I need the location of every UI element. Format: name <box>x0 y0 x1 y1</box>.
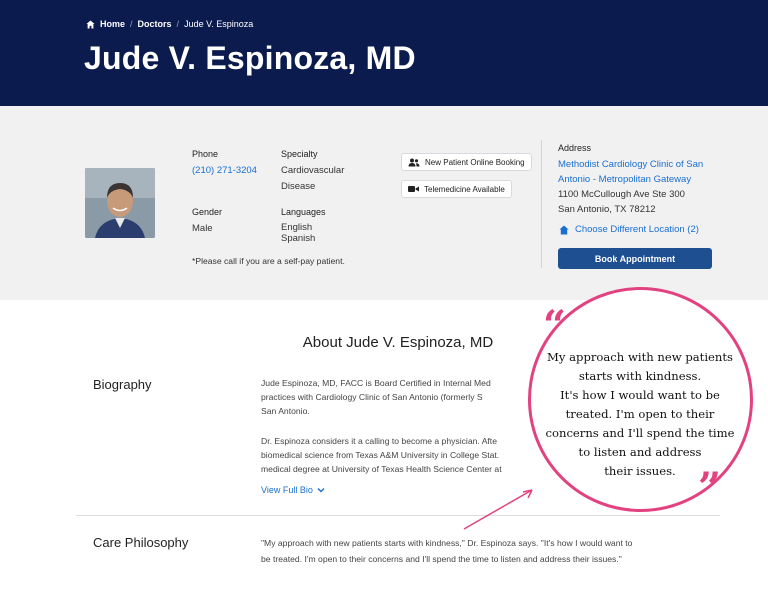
home-icon[interactable] <box>86 19 95 29</box>
quote-line: concerns and I'll spend the time <box>545 426 735 440</box>
breadcrumb-separator: / <box>130 19 133 29</box>
choose-location-link[interactable]: Choose Different Location (2) <box>559 224 699 235</box>
specialty-value-line1: Cardiovascular <box>281 165 345 176</box>
care-line: be treated. I'm open to their concerns a… <box>261 554 622 564</box>
bio-line: biomedical science from Texas A&M Univer… <box>261 450 500 460</box>
divider <box>541 140 542 268</box>
clinic-link-line1[interactable]: Methodist Cardiology Clinic of San <box>558 158 703 171</box>
about-title-text: About Jude V. Espinoza, MD <box>302 334 494 351</box>
view-full-bio-link[interactable]: View Full Bio <box>261 485 325 495</box>
gender-value: Male <box>192 223 213 234</box>
quote-line: It's how I would want to be <box>560 388 720 402</box>
section-divider <box>76 515 720 516</box>
specialty-value-line2: Disease <box>281 181 316 192</box>
breadcrumb-doctors-link[interactable]: Doctors <box>138 19 172 29</box>
care-philosophy-text: "My approach with new patients starts wi… <box>261 535 701 567</box>
quote-text: My approach with new patients starts wit… <box>540 348 740 481</box>
self-pay-note: *Please call if you are a self-pay patie… <box>192 256 345 266</box>
bio-line: practices with Cardiology Clinic of San … <box>261 392 483 402</box>
phone-label: Phone <box>192 149 219 159</box>
open-quote-icon: “ <box>543 302 567 349</box>
gender-label: Gender <box>192 207 223 217</box>
care-philosophy-heading: Care Philosophy <box>93 535 189 550</box>
page-header: Home / Doctors / Jude V. Espinoza Jude V… <box>0 0 768 106</box>
book-appointment-button[interactable]: Book Appointment <box>558 248 712 269</box>
address-street: 1100 McCullough Ave Ste 300 <box>558 189 685 200</box>
view-full-bio-label: View Full Bio <box>261 485 313 495</box>
building-icon <box>559 225 569 234</box>
telemedicine-badge: Telemedicine Available <box>401 180 512 198</box>
address-city: San Antonio, TX 78212 <box>558 204 656 215</box>
video-camera-icon <box>408 186 419 192</box>
online-booking-label: New Patient Online Booking <box>425 157 525 167</box>
breadcrumb-separator: / <box>176 19 180 29</box>
quote-line: to listen and address <box>578 445 702 459</box>
quote-line: My approach with new patients <box>547 350 733 364</box>
specialty-label: Specialty <box>281 149 318 159</box>
doctor-photo <box>85 168 155 238</box>
care-line: "My approach with new patients starts wi… <box>261 538 633 548</box>
languages-label: Languages <box>281 207 326 217</box>
address-label: Address <box>558 143 592 153</box>
page-title: Jude V. Espinoza, MD <box>84 40 416 76</box>
clinic-link-line2[interactable]: Antonio - Metropolitan Gateway <box>558 173 691 186</box>
biography-heading: Biography <box>93 377 152 392</box>
quote-line: starts with kindness. <box>578 369 702 383</box>
phone-link[interactable]: (210) 271-3204 <box>192 164 257 177</box>
chevron-down-icon <box>317 488 325 493</box>
users-icon <box>408 158 420 166</box>
breadcrumb-home-link[interactable]: Home <box>100 19 125 29</box>
quote-line: their issues. <box>604 464 676 478</box>
bio-line: medical degree at University of Texas He… <box>261 464 502 474</box>
bio-line: San Antonio. <box>261 406 310 416</box>
language-spanish: Spanish <box>281 233 316 244</box>
online-booking-badge: New Patient Online Booking <box>401 153 532 171</box>
breadcrumb-current: Jude V. Espinoza <box>184 19 254 29</box>
bio-line: Jude Espinoza, MD, FACC is Board Certifi… <box>261 378 491 388</box>
callout-arrow-icon <box>463 489 533 530</box>
quote-line: treated. I'm open to their <box>565 407 715 421</box>
breadcrumb: Home / Doctors / Jude V. Espinoza <box>86 19 253 29</box>
telemedicine-label: Telemedicine Available <box>424 184 505 194</box>
choose-location-label: Choose Different Location (2) <box>575 224 699 235</box>
bio-line: Dr. Espinoza considers it a calling to b… <box>261 436 497 446</box>
